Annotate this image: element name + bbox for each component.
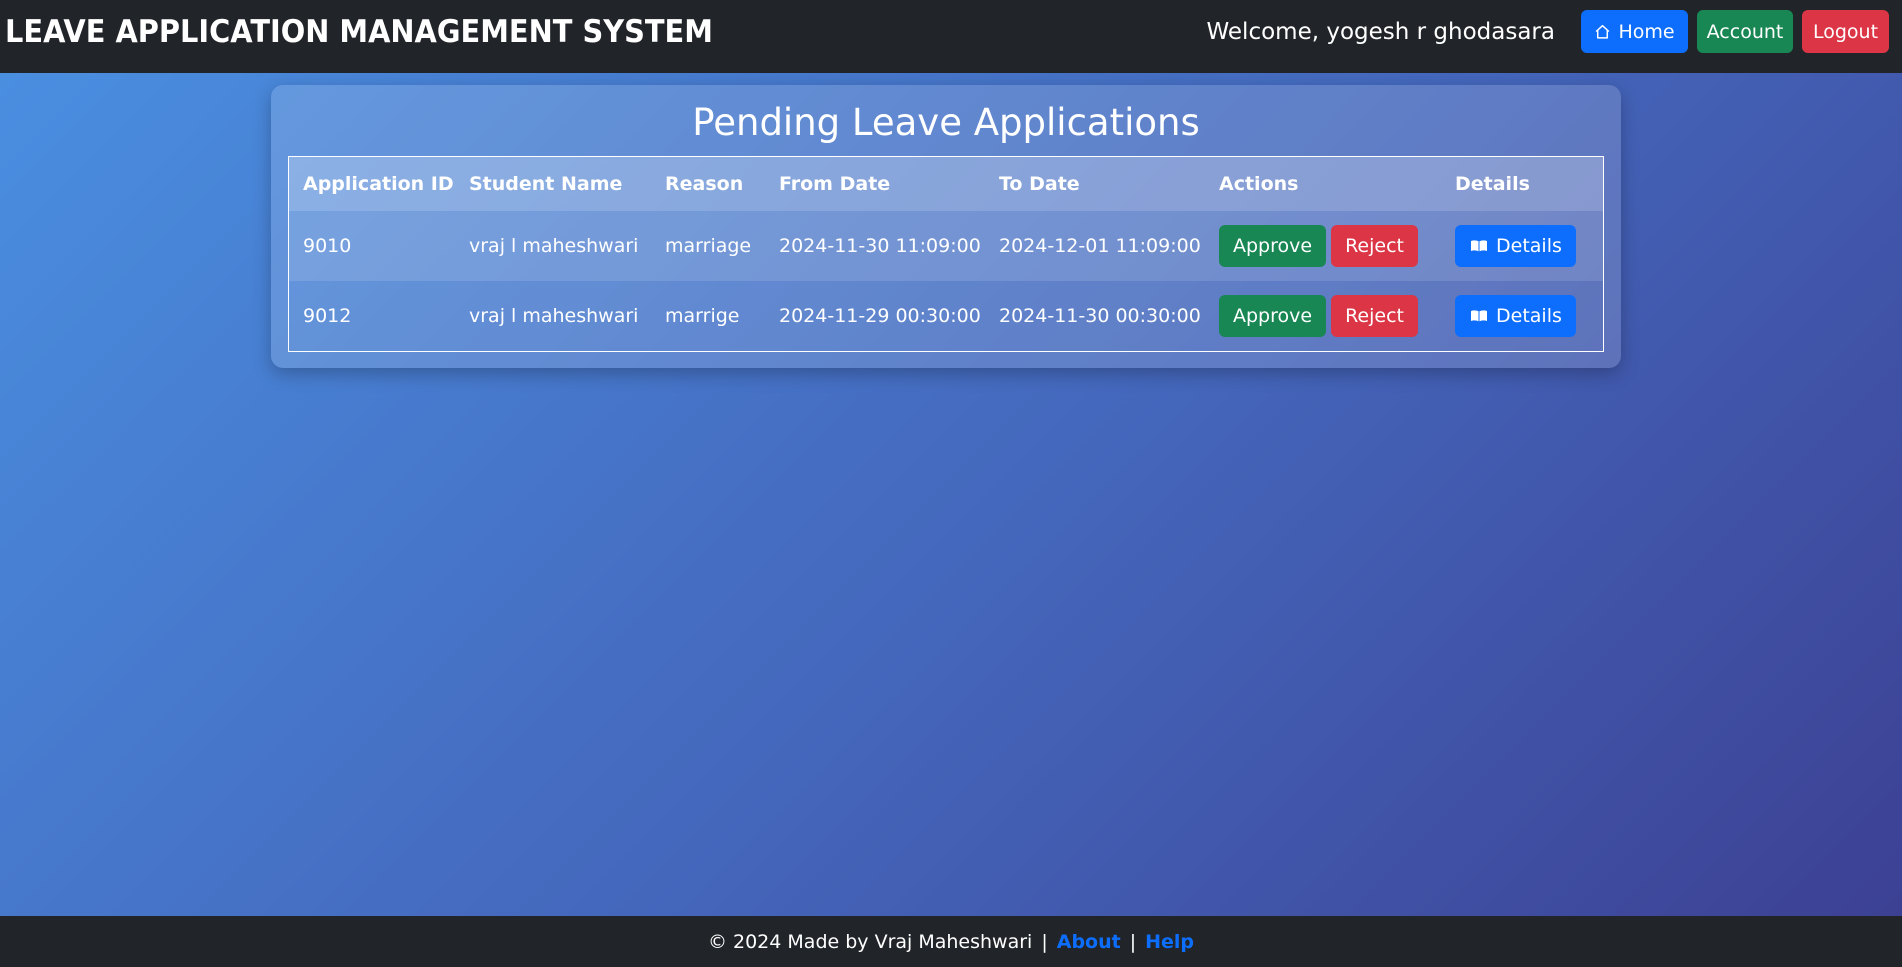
approve-button[interactable]: Approve [1219,225,1327,267]
home-icon [1594,23,1611,40]
cell-student-name: vraj l maheshwari [469,305,639,327]
pending-applications-card: Pending Leave Applications Application I… [271,85,1621,368]
cell-application-id: 9010 [288,211,455,281]
actions-group: Approve Reject [1219,295,1441,337]
details-button[interactable]: Details [1455,295,1576,337]
column-header-to-date: To Date [985,156,1205,211]
cell-student-name: vraj l maheshwari [455,211,651,281]
table-row: 9012 vraj l maheshwari marrige 2024-11-2… [289,281,1604,352]
details-button[interactable]: Details [1455,225,1576,267]
home-button-label: Home [1618,20,1675,43]
cell-from-date: 2024-11-29 00:30:00 [779,305,981,327]
cell-actions: Approve Reject [1205,281,1441,352]
cell-reason: marriage [651,211,765,281]
cell-actions: Approve Reject [1205,211,1441,281]
cell-details: Details [1441,211,1604,281]
footer-copyright: © 2024 Made by Vraj Maheshwari [707,930,1033,953]
cell-details: Details [1441,281,1604,352]
cell-application-id: 9012 [303,305,352,327]
reject-button[interactable]: Reject [1331,295,1418,337]
cell-reason: marrige [665,305,740,327]
welcome-text: Welcome, yogesh r ghodasara [1206,18,1555,45]
column-header-details: Details [1441,156,1604,211]
actions-group: Approve Reject [1219,225,1441,267]
nav-actions: Welcome, yogesh r ghodasara Home Account… [1207,10,1889,53]
about-link[interactable]: About [1057,931,1121,953]
app-title: LEAVE APPLICATION MANAGEMENT SYSTEM [5,14,713,50]
approve-button[interactable]: Approve [1219,295,1327,337]
logout-button[interactable]: Logout [1802,10,1889,53]
cell-to-date: 2024-12-01 11:09:00 [985,211,1205,281]
details-button-label: Details [1496,235,1562,257]
cell-to-date: 2024-11-30 00:30:00 [999,305,1201,327]
table-header-row: Application ID Student Name Reason From … [288,156,1604,211]
book-icon [1469,238,1489,254]
reject-button[interactable]: Reject [1331,225,1418,267]
footer: © 2024 Made by Vraj Maheshwari | About |… [0,916,1902,967]
column-header-application-id: Application ID [288,156,455,211]
details-button-label: Details [1496,305,1562,327]
footer-separator: | [1129,930,1137,953]
cell-from-date: 2024-11-30 11:09:00 [765,211,985,281]
column-header-actions: Actions [1205,156,1441,211]
applications-table: Application ID Student Name Reason From … [288,156,1604,352]
account-button[interactable]: Account [1697,10,1793,53]
column-header-from-date: From Date [765,156,985,211]
book-icon [1469,308,1489,324]
column-header-reason: Reason [651,156,765,211]
footer-separator: | [1041,930,1048,953]
table-row: 9010 vraj l maheshwari marriage 2024-11-… [288,211,1604,281]
home-button[interactable]: Home [1581,10,1688,53]
help-link[interactable]: Help [1145,931,1194,953]
column-header-student-name: Student Name [455,156,651,211]
page-title: Pending Leave Applications [692,101,1200,144]
navbar: LEAVE APPLICATION MANAGEMENT SYSTEM Welc… [0,0,1902,73]
